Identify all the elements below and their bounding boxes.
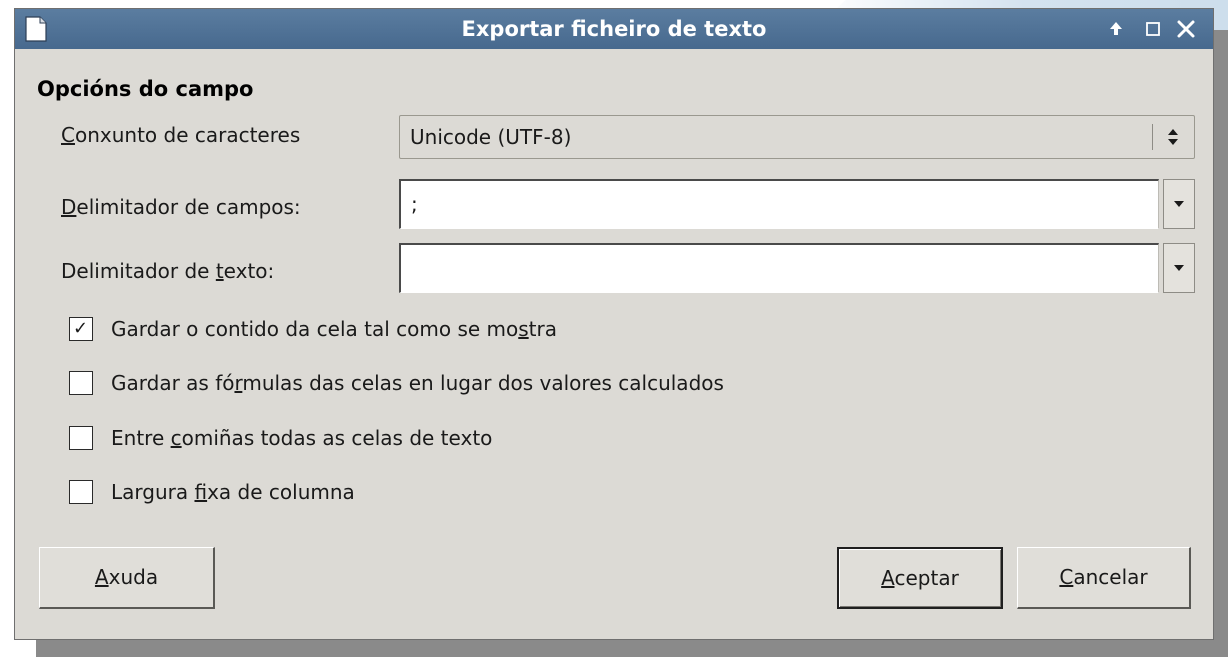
- cancel-button[interactable]: Cancelar: [1017, 547, 1191, 609]
- text-delimiter-label: Delimitador de texto:: [61, 259, 275, 283]
- field-delimiter-value: ;: [411, 192, 418, 216]
- field-delimiter-label: Delimitador de campos:: [61, 195, 301, 219]
- combo-separator: [1152, 124, 1153, 150]
- close-icon[interactable]: [1175, 18, 1197, 40]
- charset-value: Unicode (UTF-8): [410, 125, 572, 149]
- option-label[interactable]: Largura fixa de columna: [111, 477, 355, 507]
- spin-arrows-icon[interactable]: [1160, 124, 1186, 150]
- ok-button[interactable]: Aceptar: [837, 547, 1003, 609]
- charset-select[interactable]: Unicode (UTF-8): [399, 115, 1195, 159]
- text-delimiter-combo[interactable]: [399, 243, 1195, 293]
- up-arrow-icon[interactable]: [1105, 18, 1127, 40]
- checkbox[interactable]: ✓: [69, 317, 93, 341]
- field-delimiter-input[interactable]: ;: [399, 179, 1159, 229]
- chevron-down-icon: [1174, 201, 1184, 207]
- title-bar[interactable]: Exportar ficheiro de texto: [15, 9, 1213, 49]
- section-title: Opcións do campo: [37, 77, 254, 101]
- text-delimiter-dropdown-button[interactable]: [1163, 243, 1195, 293]
- charset-label: Conxunto de caracteres: [61, 123, 301, 147]
- checkbox[interactable]: [69, 371, 93, 395]
- option-label[interactable]: Gardar o contido da cela tal como se mos…: [111, 314, 557, 344]
- screen: Exportar ficheiro de texto Opcións do ca…: [0, 0, 1228, 657]
- checkmark-icon: ✓: [73, 318, 89, 339]
- export-text-dialog: Exportar ficheiro de texto Opcións do ca…: [14, 8, 1214, 640]
- checkbox[interactable]: [69, 426, 93, 450]
- window-title: Exportar ficheiro de texto: [461, 17, 767, 41]
- field-delimiter-combo[interactable]: ;: [399, 179, 1195, 229]
- help-button[interactable]: Axuda: [39, 547, 215, 609]
- chevron-down-icon: [1174, 265, 1184, 271]
- option-label[interactable]: Gardar as fórmulas das celas en lugar do…: [111, 368, 724, 398]
- option-label[interactable]: Entre comiñas todas as celas de texto: [111, 423, 492, 453]
- field-delimiter-dropdown-button[interactable]: [1163, 179, 1195, 229]
- text-delimiter-input[interactable]: [399, 243, 1159, 293]
- maximize-icon[interactable]: [1142, 18, 1164, 40]
- checkbox[interactable]: [69, 480, 93, 504]
